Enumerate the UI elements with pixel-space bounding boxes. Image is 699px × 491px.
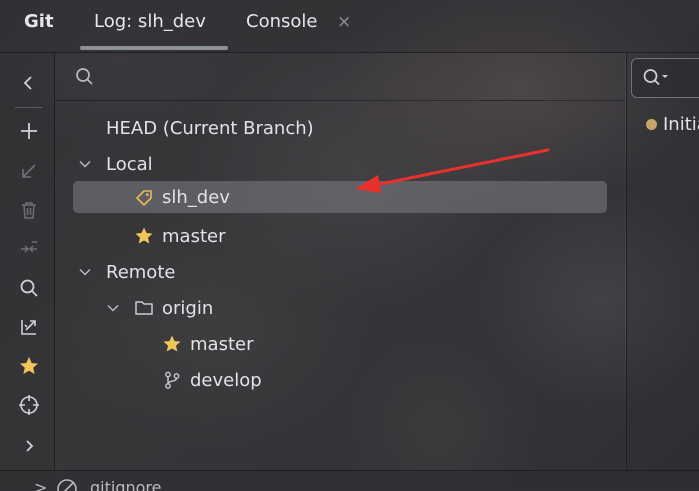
tree-item-branch-master-remote[interactable]: master	[162, 328, 253, 360]
merge-icon[interactable]	[15, 235, 43, 263]
tree-group-origin[interactable]: origin	[106, 292, 213, 324]
remote-label: Remote	[106, 261, 176, 283]
tab-console[interactable]: Console	[246, 11, 317, 32]
close-icon[interactable]: ×	[337, 12, 351, 32]
tree-item-branch-slh-dev[interactable]: slh_dev	[73, 181, 607, 213]
branch-label: develop	[190, 369, 262, 391]
branch-label: master	[190, 333, 254, 355]
breadcrumb-separator: >	[34, 478, 48, 491]
tree-item-branch-master-local[interactable]: master	[134, 220, 225, 252]
plus-icon[interactable]	[15, 117, 43, 145]
tab-log[interactable]: Log: slh_dev	[94, 11, 206, 32]
star-icon	[134, 226, 154, 246]
head-label: HEAD (Current Branch)	[106, 117, 314, 139]
ignore-file-icon	[57, 479, 77, 491]
star-icon	[162, 334, 182, 354]
commit-row[interactable]: Initia	[646, 114, 699, 135]
expand-right-icon[interactable]	[15, 432, 43, 460]
log-search-field[interactable]	[631, 58, 699, 98]
search-divider	[55, 100, 625, 101]
tree-group-remote[interactable]: Remote	[78, 256, 175, 288]
branch-label: master	[162, 225, 226, 247]
status-bar: > gitignore	[0, 470, 699, 491]
chevron-down-icon[interactable]	[106, 301, 120, 315]
commit-dot-icon	[646, 119, 657, 130]
active-tab-indicator	[80, 46, 228, 50]
tree-item-branch-develop[interactable]: develop	[162, 364, 262, 396]
local-label: Local	[106, 153, 153, 175]
commit-message: Initia	[663, 114, 699, 135]
collapse-left-icon[interactable]	[15, 69, 43, 97]
branch-label: slh_dev	[162, 186, 230, 208]
folder-icon	[134, 298, 154, 318]
chevron-down-icon[interactable]	[78, 157, 92, 171]
git-tool-window-title: Git	[24, 11, 54, 32]
trash-icon[interactable]	[15, 196, 43, 224]
breadcrumb-file[interactable]: gitignore	[90, 478, 161, 491]
tree-item-head[interactable]: HEAD (Current Branch)	[106, 112, 314, 144]
search-dropdown-icon[interactable]	[642, 67, 672, 89]
target-icon[interactable]	[15, 391, 43, 419]
branch-filter-search-icon[interactable]	[74, 66, 96, 88]
compare-icon[interactable]	[15, 313, 43, 341]
checkout-arrow-icon[interactable]	[15, 157, 43, 185]
chevron-down-icon[interactable]	[78, 265, 92, 279]
search-icon[interactable]	[15, 274, 43, 302]
tag-icon	[134, 187, 154, 207]
toolbar-separator	[15, 107, 43, 108]
tool-window-tabbar: Git Log: slh_dev Console ×	[0, 0, 699, 53]
branch-icon	[162, 370, 182, 390]
tree-group-local[interactable]: Local	[78, 148, 153, 180]
star-icon[interactable]	[15, 352, 43, 380]
origin-label: origin	[162, 297, 214, 319]
